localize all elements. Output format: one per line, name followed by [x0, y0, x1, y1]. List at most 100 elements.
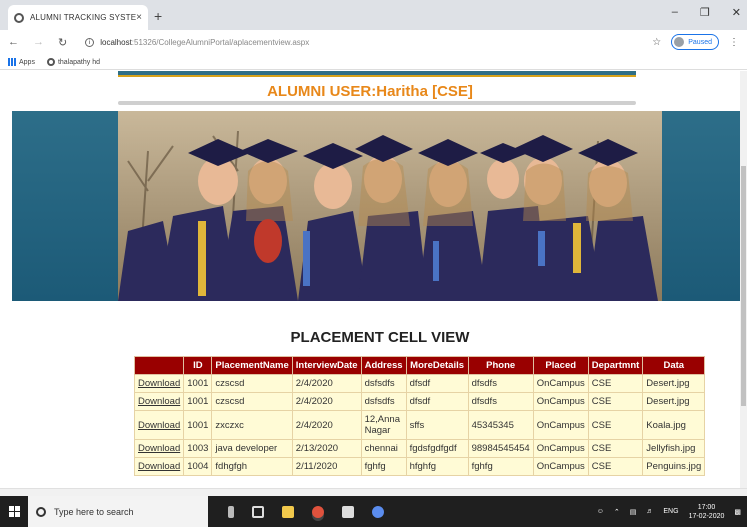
placement-table: ID PlacementName InterviewDate Address M…	[133, 356, 706, 476]
cell-phone: dfsdfs	[467, 374, 534, 393]
cell-date: 2/4/2020	[291, 374, 362, 393]
section-title: PLACEMENT CELL VIEW	[290, 329, 470, 346]
clock-date: 17-02-2020	[688, 512, 725, 520]
cell-date: 2/4/2020	[291, 392, 362, 411]
photos-icon[interactable]	[342, 505, 354, 518]
cell-placed: OnCampus	[532, 439, 589, 458]
star-icon[interactable]: ☆	[652, 37, 661, 48]
bookmark-apps[interactable]: Apps	[8, 57, 35, 66]
globe-icon	[46, 57, 55, 66]
network-icon[interactable]: ▤	[630, 508, 637, 516]
table-row: Download 1003 java developer 2/13/2020 c…	[133, 439, 706, 458]
avatar	[674, 37, 685, 47]
notification-icon[interactable]: ▩	[734, 508, 741, 516]
col-header-phone: Phone	[467, 356, 534, 375]
profile-status: Paused	[688, 38, 712, 46]
cell-date: 2/13/2020	[291, 439, 362, 458]
cortana-icon	[36, 506, 46, 517]
table-row: Download 1001 zxczxc 2/4/2020 12,Anna Na…	[133, 410, 706, 440]
cell-id: 1004	[183, 457, 213, 476]
user-header: ALUMNI USER:Haritha [CSE]	[267, 83, 473, 100]
tray-chevron-icon[interactable]: ⌃	[614, 508, 620, 516]
cell-dept: CSE	[587, 374, 644, 393]
language-indicator[interactable]: ENG	[663, 508, 678, 515]
table-row: Download 1001 czscsd 2/4/2020 dsfsdfs df…	[133, 374, 706, 393]
page-viewport: ALUMNI USER:Haritha [CSE] PLACEMENT CELL…	[0, 71, 740, 488]
cell-address: fghfg	[360, 457, 407, 476]
cell-name: czscsd	[211, 374, 293, 393]
cell-address: 12,Anna Nagar	[360, 410, 407, 440]
forward-icon[interactable]: →	[33, 36, 44, 48]
profile-button[interactable]: Paused	[671, 34, 719, 50]
download-link[interactable]: Download	[138, 378, 180, 389]
volume-icon[interactable]: ♬	[646, 508, 653, 515]
menu-icon[interactable]: ⋮	[729, 37, 739, 48]
cell-address: dsfsdfs	[360, 374, 407, 393]
col-header-interviewdate: InterviewDate	[291, 356, 362, 375]
cell-data: Koala.jpg	[642, 410, 706, 440]
cell-phone: 98984545454	[467, 439, 534, 458]
bookmark-thalapathy[interactable]: thalapathy hd	[46, 57, 100, 66]
people-icon[interactable]: ☺	[597, 508, 604, 515]
reload-icon[interactable]: ↻	[58, 36, 67, 49]
address-bar[interactable]: i localhost:51326/CollegeAlumniPortal/ap…	[85, 37, 309, 47]
cell-dept: CSE	[587, 392, 644, 411]
tab-strip: ALUMNI TRACKING SYSTEM × + – ❐ ✕	[0, 0, 747, 30]
maximize-icon[interactable]: ❐	[700, 6, 710, 19]
col-header	[133, 356, 185, 375]
cell-placed: OnCampus	[532, 457, 589, 476]
cell-data: Penguins.jpg	[642, 457, 706, 476]
close-window-icon[interactable]: ✕	[732, 6, 741, 19]
cell-data: Desert.jpg	[642, 374, 706, 393]
table-header-row: ID PlacementName InterviewDate Address M…	[133, 356, 706, 375]
bookmarks-bar: Apps thalapathy hd	[0, 54, 747, 70]
tab-title: ALUMNI TRACKING SYSTEM	[30, 13, 137, 22]
close-icon[interactable]: ×	[136, 12, 142, 23]
cell-placed: OnCampus	[532, 392, 589, 411]
taskbar-search[interactable]: Type here to search	[28, 496, 208, 527]
new-tab-button[interactable]: +	[154, 8, 162, 24]
graduates-illustration	[118, 111, 662, 301]
file-explorer-icon[interactable]	[282, 505, 294, 518]
col-header-id: ID	[183, 356, 213, 375]
browser-window: ALUMNI TRACKING SYSTEM × + – ❐ ✕ ← → ↻ i…	[0, 0, 747, 527]
cell-dept: CSE	[587, 410, 644, 440]
top-band	[118, 71, 636, 77]
cell-placed: OnCampus	[532, 410, 589, 440]
clock[interactable]: 17:00 17-02-2020	[689, 503, 725, 521]
table-row: Download 1001 czscsd 2/4/2020 dsfsdfs df…	[133, 392, 706, 411]
cell-address: chennai	[360, 439, 407, 458]
cell-id: 1001	[183, 374, 213, 393]
col-header-data: Data	[642, 356, 706, 375]
col-header-address: Address	[360, 356, 407, 375]
download-link[interactable]: Download	[138, 420, 180, 431]
task-view-icon[interactable]	[252, 505, 264, 518]
window-controls: – ❐ ✕	[672, 6, 741, 19]
tab-alumni-tracking[interactable]: ALUMNI TRACKING SYSTEM ×	[8, 5, 148, 30]
minimize-icon[interactable]: –	[672, 6, 678, 19]
toolbar-right: ☆ Paused ⋮	[652, 34, 739, 50]
download-link[interactable]: Download	[138, 461, 180, 472]
cell-date: 2/11/2020	[291, 457, 362, 476]
chrome-icon[interactable]	[312, 505, 324, 518]
info-icon[interactable]: i	[85, 37, 95, 47]
back-icon[interactable]: ←	[8, 36, 19, 48]
microphone-icon[interactable]	[228, 505, 234, 518]
globe-icon	[14, 12, 24, 23]
system-tray: ☺ ⌃ ▤ ♬ ENG 17:00 17-02-2020 ▩	[597, 496, 741, 527]
cell-placed: OnCampus	[532, 374, 589, 393]
app-icon[interactable]	[372, 505, 384, 518]
download-link[interactable]: Download	[138, 443, 180, 454]
cell-name: zxczxc	[211, 410, 293, 440]
cell-name: java developer	[211, 439, 293, 458]
col-header-placementname: PlacementName	[211, 356, 293, 375]
horizontal-scrollbar[interactable]	[0, 488, 747, 496]
scrollbar-thumb[interactable]	[741, 166, 746, 406]
cell-name: czscsd	[211, 392, 293, 411]
col-header-department: Departmnt	[587, 356, 644, 375]
download-link[interactable]: Download	[138, 396, 180, 407]
vertical-scrollbar[interactable]	[740, 71, 747, 488]
start-button[interactable]	[0, 506, 28, 517]
windows-icon	[8, 506, 20, 517]
address-toolbar: ← → ↻ i localhost:51326/CollegeAlumniPor…	[0, 30, 747, 54]
